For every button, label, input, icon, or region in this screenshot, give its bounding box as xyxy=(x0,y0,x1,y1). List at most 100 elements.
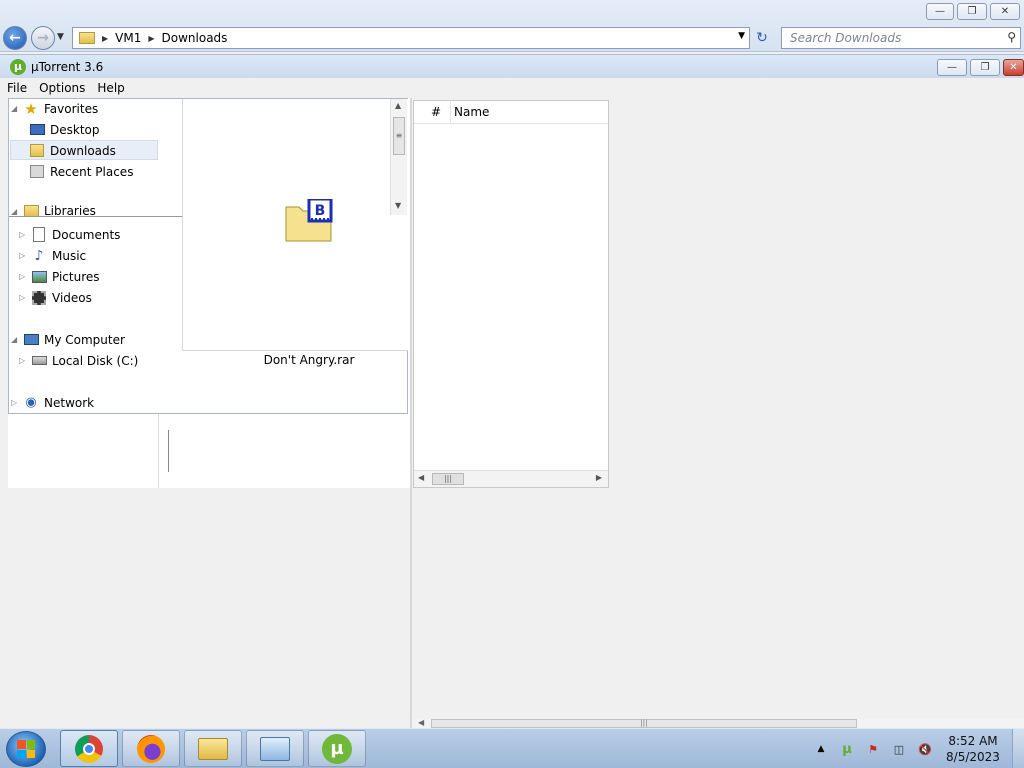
forward-arrow-icon: → xyxy=(37,30,49,46)
explorer-minimize-button[interactable]: — xyxy=(926,3,954,20)
network-icon: ◉ xyxy=(25,395,37,410)
search-input[interactable]: Search Downloads ⚲ xyxy=(781,27,1021,49)
explorer-close-button[interactable]: ✕ xyxy=(990,3,1020,20)
tree-label-local-disk: Local Disk (C:) xyxy=(52,353,139,368)
utorrent-tray-icon[interactable]: µ xyxy=(838,740,856,758)
forward-button[interactable]: → xyxy=(31,26,55,50)
taskbar-control-panel-button[interactable] xyxy=(246,730,304,767)
expand-arrow-icon[interactable]: ▷ xyxy=(19,293,29,302)
scroll-thumb[interactable]: ≡ xyxy=(393,117,405,155)
menu-help[interactable]: Help xyxy=(97,81,124,95)
main-horizontal-scrollbar[interactable]: ◀ ||| xyxy=(413,718,1024,728)
search-placeholder: Search Downloads xyxy=(790,31,902,45)
tree-item-desktop[interactable]: Desktop xyxy=(29,120,100,139)
scroll-left-icon[interactable]: ◀ xyxy=(418,718,424,727)
menu-file[interactable]: File xyxy=(7,81,27,95)
breadcrumb-separator-icon[interactable]: ▶ xyxy=(102,34,108,43)
collapse-arrow-icon[interactable]: ◢ xyxy=(11,335,21,344)
tree-label-recent-places: Recent Places xyxy=(50,164,134,179)
utorrent-close-button[interactable]: ✕ xyxy=(1003,59,1024,76)
taskbar-chrome-button[interactable] xyxy=(60,730,118,767)
tree-item-documents[interactable]: ▷ Documents xyxy=(19,225,120,244)
breadcrumb-separator-icon[interactable]: ▶ xyxy=(148,34,154,43)
explorer-restore-button[interactable]: ❐ xyxy=(957,3,987,20)
window-title: µTorrent 3.6 xyxy=(31,59,104,74)
tree-item-network[interactable]: ▷ ◉ Network xyxy=(11,393,94,412)
back-button[interactable]: ← xyxy=(3,26,27,50)
scroll-thumb[interactable]: ||| xyxy=(432,473,464,485)
breadcrumb-downloads[interactable]: Downloads xyxy=(162,31,228,45)
pictures-icon xyxy=(31,269,47,285)
tree-item-pictures[interactable]: ▷ Pictures xyxy=(19,267,100,286)
taskbar-utorrent-button[interactable]: µ xyxy=(308,730,366,767)
search-icon[interactable]: ⚲ xyxy=(1007,30,1016,44)
tree-item-music[interactable]: ▷ ♪ Music xyxy=(19,246,86,265)
network-tray-icon[interactable]: ◫ xyxy=(890,740,908,758)
column-header-name[interactable]: Name xyxy=(450,100,489,124)
utorrent-minimize-button[interactable]: — xyxy=(937,59,967,76)
tree-item-my-computer[interactable]: ◢ My Computer xyxy=(11,330,125,349)
taskbar-explorer-button[interactable] xyxy=(184,730,242,767)
svg-text:B: B xyxy=(315,203,326,219)
tree-label-network: Network xyxy=(44,395,95,410)
utorrent-logo-icon: µ xyxy=(10,58,26,75)
tree-item-favorites[interactable]: ◢ ★ Favorites xyxy=(11,99,98,118)
tree-item-recent-places[interactable]: Recent Places xyxy=(29,162,133,181)
taskbar: µ ▲ µ ⚑ ◫ 🔇 8:52 AM 8/5/2023 xyxy=(0,728,1024,768)
expand-arrow-icon[interactable]: ▷ xyxy=(19,230,29,239)
refresh-icon[interactable]: ↻ xyxy=(752,28,772,48)
clock[interactable]: 8:52 AM 8/5/2023 xyxy=(942,733,1004,765)
address-bar[interactable]: ▶ VM1 ▶ Downloads ▼ xyxy=(72,27,750,49)
windows-logo-icon xyxy=(17,740,35,758)
start-button[interactable] xyxy=(6,731,46,767)
file-name-label[interactable]: Don't Angry.rar xyxy=(254,353,364,367)
documents-icon xyxy=(31,227,47,243)
tree-label-desktop: Desktop xyxy=(50,122,100,137)
explorer-window-chrome: — ❐ ✕ ← → ▼ ▶ VM1 ▶ Downloads ▼ ↻ Search… xyxy=(0,0,1024,52)
action-center-icon[interactable]: ⚑ xyxy=(864,740,882,758)
scroll-left-icon[interactable]: ◀ xyxy=(418,473,424,482)
show-hidden-icons-icon[interactable]: ▲ xyxy=(812,740,830,758)
scroll-down-icon[interactable]: ▼ xyxy=(395,201,401,210)
videos-icon xyxy=(31,290,47,306)
file-explorer-icon xyxy=(198,737,228,760)
collapse-arrow-icon[interactable]: ◢ xyxy=(11,104,21,113)
tree-item-videos[interactable]: ▷ Videos xyxy=(19,288,92,307)
scroll-right-icon[interactable]: ▶ xyxy=(596,473,602,482)
files-horizontal-scrollbar[interactable]: ◀ ||| ▶ xyxy=(414,470,608,487)
recent-pages-dropdown-icon[interactable]: ▼ xyxy=(57,32,64,42)
utorrent-icon: µ xyxy=(322,733,352,764)
show-desktop-button[interactable] xyxy=(1012,729,1024,768)
tree-item-downloads[interactable]: Downloads xyxy=(29,141,116,160)
tree-label-music: Music xyxy=(52,248,87,263)
tree-item-local-disk[interactable]: ▷ Local Disk (C:) xyxy=(19,351,138,370)
rar-archive-icon[interactable]: B xyxy=(285,199,333,243)
files-list[interactable]: # Name ◀ ||| ▶ xyxy=(413,100,609,488)
utorrent-title-bar[interactable]: µ µTorrent 3.6 — ❐ ✕ xyxy=(0,54,1024,78)
utorrent-restore-button[interactable]: ❐ xyxy=(970,59,1000,76)
computer-icon xyxy=(23,332,39,348)
expand-arrow-icon[interactable]: ▷ xyxy=(11,398,21,407)
navpane-vertical-scrollbar[interactable]: ▲ ≡ ▼ xyxy=(390,99,407,215)
taskbar-firefox-button[interactable] xyxy=(122,730,180,767)
address-dropdown-icon[interactable]: ▼ xyxy=(738,31,745,41)
menu-bar: File Options Help xyxy=(0,78,1024,98)
folder-icon xyxy=(79,32,95,44)
clock-date: 8/5/2023 xyxy=(946,750,1000,764)
expand-arrow-icon[interactable]: ▷ xyxy=(19,356,29,365)
menu-options[interactable]: Options xyxy=(39,81,85,95)
explorer-navigation-pane: ◢ ★ Favorites Desktop Downloads Recent P… xyxy=(8,98,408,414)
scroll-up-icon[interactable]: ▲ xyxy=(395,101,401,110)
collapse-arrow-icon[interactable]: ◢ xyxy=(11,207,21,216)
tree-label-videos: Videos xyxy=(52,290,92,305)
star-icon: ★ xyxy=(24,99,38,118)
explorer-navigation-bar: ← → ▼ ▶ VM1 ▶ Downloads ▼ ↻ Search Downl… xyxy=(0,24,1024,52)
expand-arrow-icon[interactable]: ▷ xyxy=(19,251,29,260)
volume-muted-icon[interactable]: 🔇 xyxy=(916,740,934,758)
scroll-thumb[interactable]: ||| xyxy=(431,719,857,728)
expand-arrow-icon[interactable]: ▷ xyxy=(19,272,29,281)
breadcrumb-vm1[interactable]: VM1 xyxy=(115,31,141,45)
column-header-number[interactable]: # xyxy=(414,105,450,119)
back-arrow-icon: ← xyxy=(9,30,21,46)
detail-divider xyxy=(168,430,169,472)
